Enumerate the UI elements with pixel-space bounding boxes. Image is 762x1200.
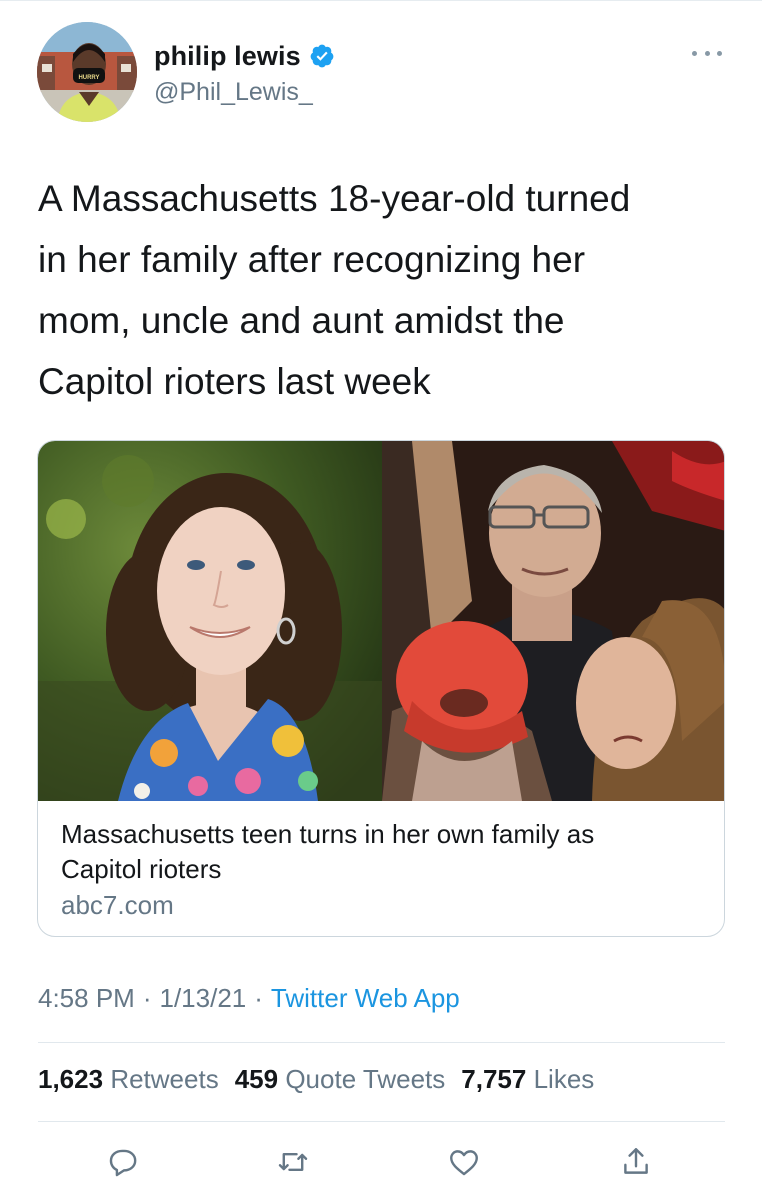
card-title[interactable]: Massachusetts teen turns in her own fami… xyxy=(61,817,701,887)
retweets-stat[interactable]: 1,623 Retweets xyxy=(38,1064,219,1095)
mask-text: HURRY xyxy=(78,75,99,81)
user-handle[interactable]: @Phil_Lewis_ xyxy=(154,78,313,107)
likes-label: Likes xyxy=(533,1064,595,1094)
more-dot xyxy=(717,50,722,56)
verified-badge-icon xyxy=(309,43,335,69)
likes-stat[interactable]: 7,757 Likes xyxy=(461,1064,594,1095)
tweet-time[interactable]: 4:58 PM xyxy=(38,983,135,1014)
action-bar xyxy=(0,1140,762,1190)
tweet-meta: 4:58 PM · 1/13/21 · Twitter Web App xyxy=(38,983,460,1014)
like-icon[interactable] xyxy=(442,1140,486,1184)
retweets-count: 1,623 xyxy=(38,1064,104,1094)
more-dot xyxy=(692,50,697,56)
tweet-source[interactable]: Twitter Web App xyxy=(271,983,460,1014)
tweet-date[interactable]: 1/13/21 xyxy=(160,983,247,1014)
top-divider xyxy=(0,0,762,1)
card-text[interactable]: Massachusetts teen turns in her own fami… xyxy=(61,817,701,923)
avatar-photo: HURRY xyxy=(37,22,137,122)
link-card[interactable]: Massachusetts teen turns in her own fami… xyxy=(37,440,725,937)
quote-tweets-count: 459 xyxy=(234,1064,279,1094)
retweet-icon[interactable] xyxy=(271,1140,315,1184)
meta-separator: · xyxy=(142,983,152,1013)
share-icon[interactable] xyxy=(614,1140,658,1184)
quote-tweets-label: Quote Tweets xyxy=(285,1064,446,1094)
avatar[interactable]: HURRY xyxy=(37,22,137,122)
likes-count: 7,757 xyxy=(461,1064,527,1094)
display-name-row[interactable]: philip lewis xyxy=(154,38,335,74)
card-image[interactable] xyxy=(38,441,724,801)
retweets-label: Retweets xyxy=(110,1064,219,1094)
card-photo-teen xyxy=(38,441,382,801)
reply-icon[interactable] xyxy=(101,1140,145,1184)
more-dot xyxy=(704,50,710,56)
tweet-text: A Massachusetts 18-year-old turned in he… xyxy=(38,178,631,402)
divider xyxy=(38,1121,725,1122)
display-name[interactable]: philip lewis xyxy=(154,41,301,72)
more-options-icon[interactable] xyxy=(692,45,722,61)
card-domain[interactable]: abc7.com xyxy=(61,887,701,923)
engagement-stats: 1,623 Retweets 459 Quote Tweets 7,757 Li… xyxy=(38,1064,610,1095)
meta-separator: · xyxy=(254,983,263,1013)
card-photo-crowd xyxy=(382,441,724,801)
quote-tweets-stat[interactable]: 459 Quote Tweets xyxy=(235,1064,446,1095)
divider xyxy=(38,1042,725,1043)
